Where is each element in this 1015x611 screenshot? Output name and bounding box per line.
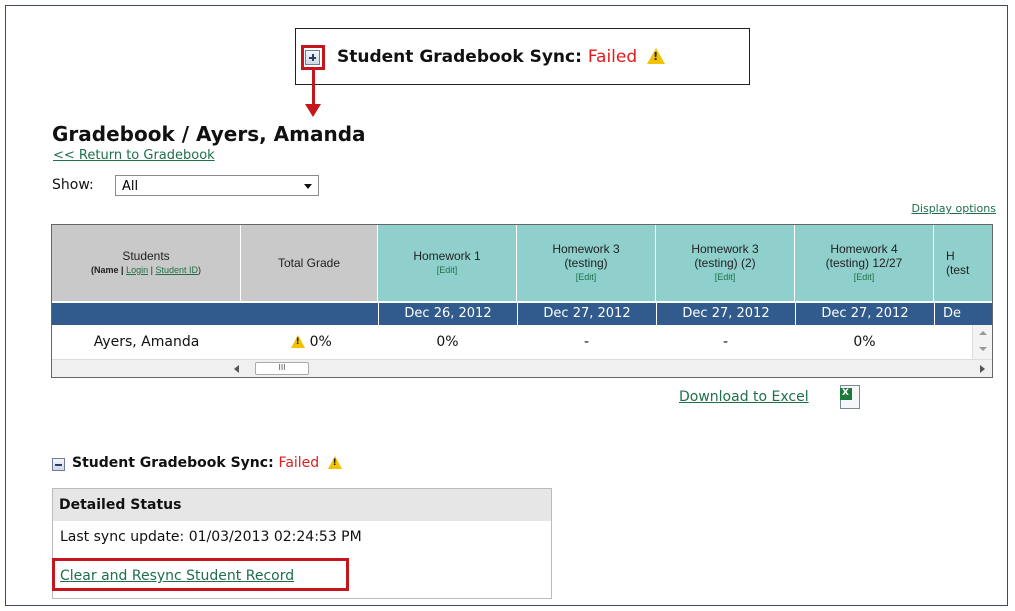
callout-arrow [312, 70, 315, 106]
scroll-left-icon[interactable] [234, 365, 239, 373]
warning-icon [647, 48, 666, 64]
date-hw3: Dec 27, 2012 [517, 303, 656, 325]
warning-icon [328, 456, 343, 469]
callout-sync-status: Failed [587, 47, 638, 67]
header-homework-1[interactable]: Homework 1 [Edit] [378, 225, 517, 301]
edit-hw1-link[interactable]: [Edit] [437, 263, 458, 277]
return-to-gradebook-link[interactable]: << Return to Gradebook [53, 148, 215, 163]
edit-hw3-link[interactable]: [Edit] [576, 270, 597, 284]
row-hw4[interactable]: 0% [795, 325, 934, 359]
sub-suffix: ) [197, 265, 201, 275]
header-hw1-title: Homework 1 [413, 249, 481, 263]
horizontal-scrollbar[interactable]: III [52, 359, 992, 377]
header-partial-line2: (test [946, 263, 970, 277]
header-hw4-line1: Homework 4 [830, 242, 898, 256]
warning-icon [291, 335, 306, 348]
edit-hw3b-link[interactable]: [Edit] [715, 270, 736, 284]
header-homework-3-testing-2[interactable]: Homework 3 (testing) (2) [Edit] [656, 225, 795, 301]
header-hw3-line2: (testing) [564, 256, 608, 270]
callout-sync-label: Student Gradebook Sync: [337, 47, 582, 67]
header-students: Students (Name | Login | Student ID) [52, 225, 241, 301]
scroll-right-icon[interactable] [980, 365, 985, 373]
sort-student-id-link[interactable]: Student ID [155, 265, 198, 275]
display-options-link[interactable]: Display options [911, 202, 996, 215]
row-total-value: 0% [309, 334, 332, 350]
detailed-status-header: Detailed Status [53, 489, 551, 521]
excel-icon[interactable] [840, 385, 860, 409]
scroll-thumb[interactable]: III [255, 362, 309, 375]
download-to-excel-link[interactable]: Download to Excel [679, 389, 809, 405]
header-total-grade-title: Total Grade [277, 256, 341, 270]
vertical-scrollbar[interactable] [972, 325, 992, 359]
header-partial-line1: H [946, 249, 955, 263]
row-student-name[interactable]: Ayers, Amanda [52, 325, 241, 359]
show-label: Show: [52, 177, 94, 193]
page-title: Gradebook / Ayers, Amanda [52, 122, 366, 146]
sync-section-title: Student Gradebook Sync: Failed [72, 455, 343, 471]
header-partial-column[interactable]: H (test [934, 225, 992, 301]
header-hw3b-line1: Homework 3 [691, 242, 759, 256]
header-homework-3-testing[interactable]: Homework 3 (testing) [Edit] [517, 225, 656, 301]
header-hw4-line2: (testing) 12/27 [825, 256, 903, 270]
date-partial: De [934, 303, 992, 325]
sub-name: (Name | [91, 265, 127, 275]
row-hw1[interactable]: 0% [378, 325, 517, 359]
scroll-up-icon[interactable] [979, 331, 987, 335]
header-total-grade[interactable]: Total Grade [241, 225, 378, 301]
edit-hw4-link[interactable]: [Edit] [854, 270, 875, 284]
header-hw3-line1: Homework 3 [552, 242, 620, 256]
header-students-title: Students [122, 249, 170, 263]
sync-section-status: Failed [278, 455, 320, 471]
date-hw3b: Dec 27, 2012 [656, 303, 795, 325]
row-hw3[interactable]: - [517, 325, 656, 359]
highlight-box [52, 558, 349, 591]
sync-section-label: Student Gradebook Sync: [72, 455, 274, 471]
collapse-minus-icon[interactable] [52, 458, 65, 471]
arrow-head-icon [305, 104, 321, 117]
header-homework-4[interactable]: Homework 4 (testing) 12/27 [Edit] [795, 225, 934, 301]
header-hw3b-line2: (testing) (2) [694, 256, 756, 270]
scroll-down-icon[interactable] [979, 347, 987, 351]
date-hw4: Dec 27, 2012 [795, 303, 934, 325]
highlight-box [301, 45, 325, 70]
header-students-sub: (Name | Login | Student ID) [91, 263, 201, 277]
show-select[interactable]: All [115, 175, 319, 196]
sort-login-link[interactable]: Login [126, 265, 148, 275]
gradebook-table: Students (Name | Login | Student ID) Tot… [51, 224, 993, 378]
callout-sync-title: Student Gradebook Sync: Failed [337, 47, 666, 67]
last-sync-text: Last sync update: 01/03/2013 02:24:53 PM [60, 529, 362, 545]
row-hw3b[interactable]: - [656, 325, 795, 359]
row-total-grade: 0% [241, 325, 378, 359]
date-hw1: Dec 26, 2012 [378, 303, 517, 325]
show-select-value: All [122, 179, 139, 194]
chevron-down-icon [304, 184, 312, 189]
